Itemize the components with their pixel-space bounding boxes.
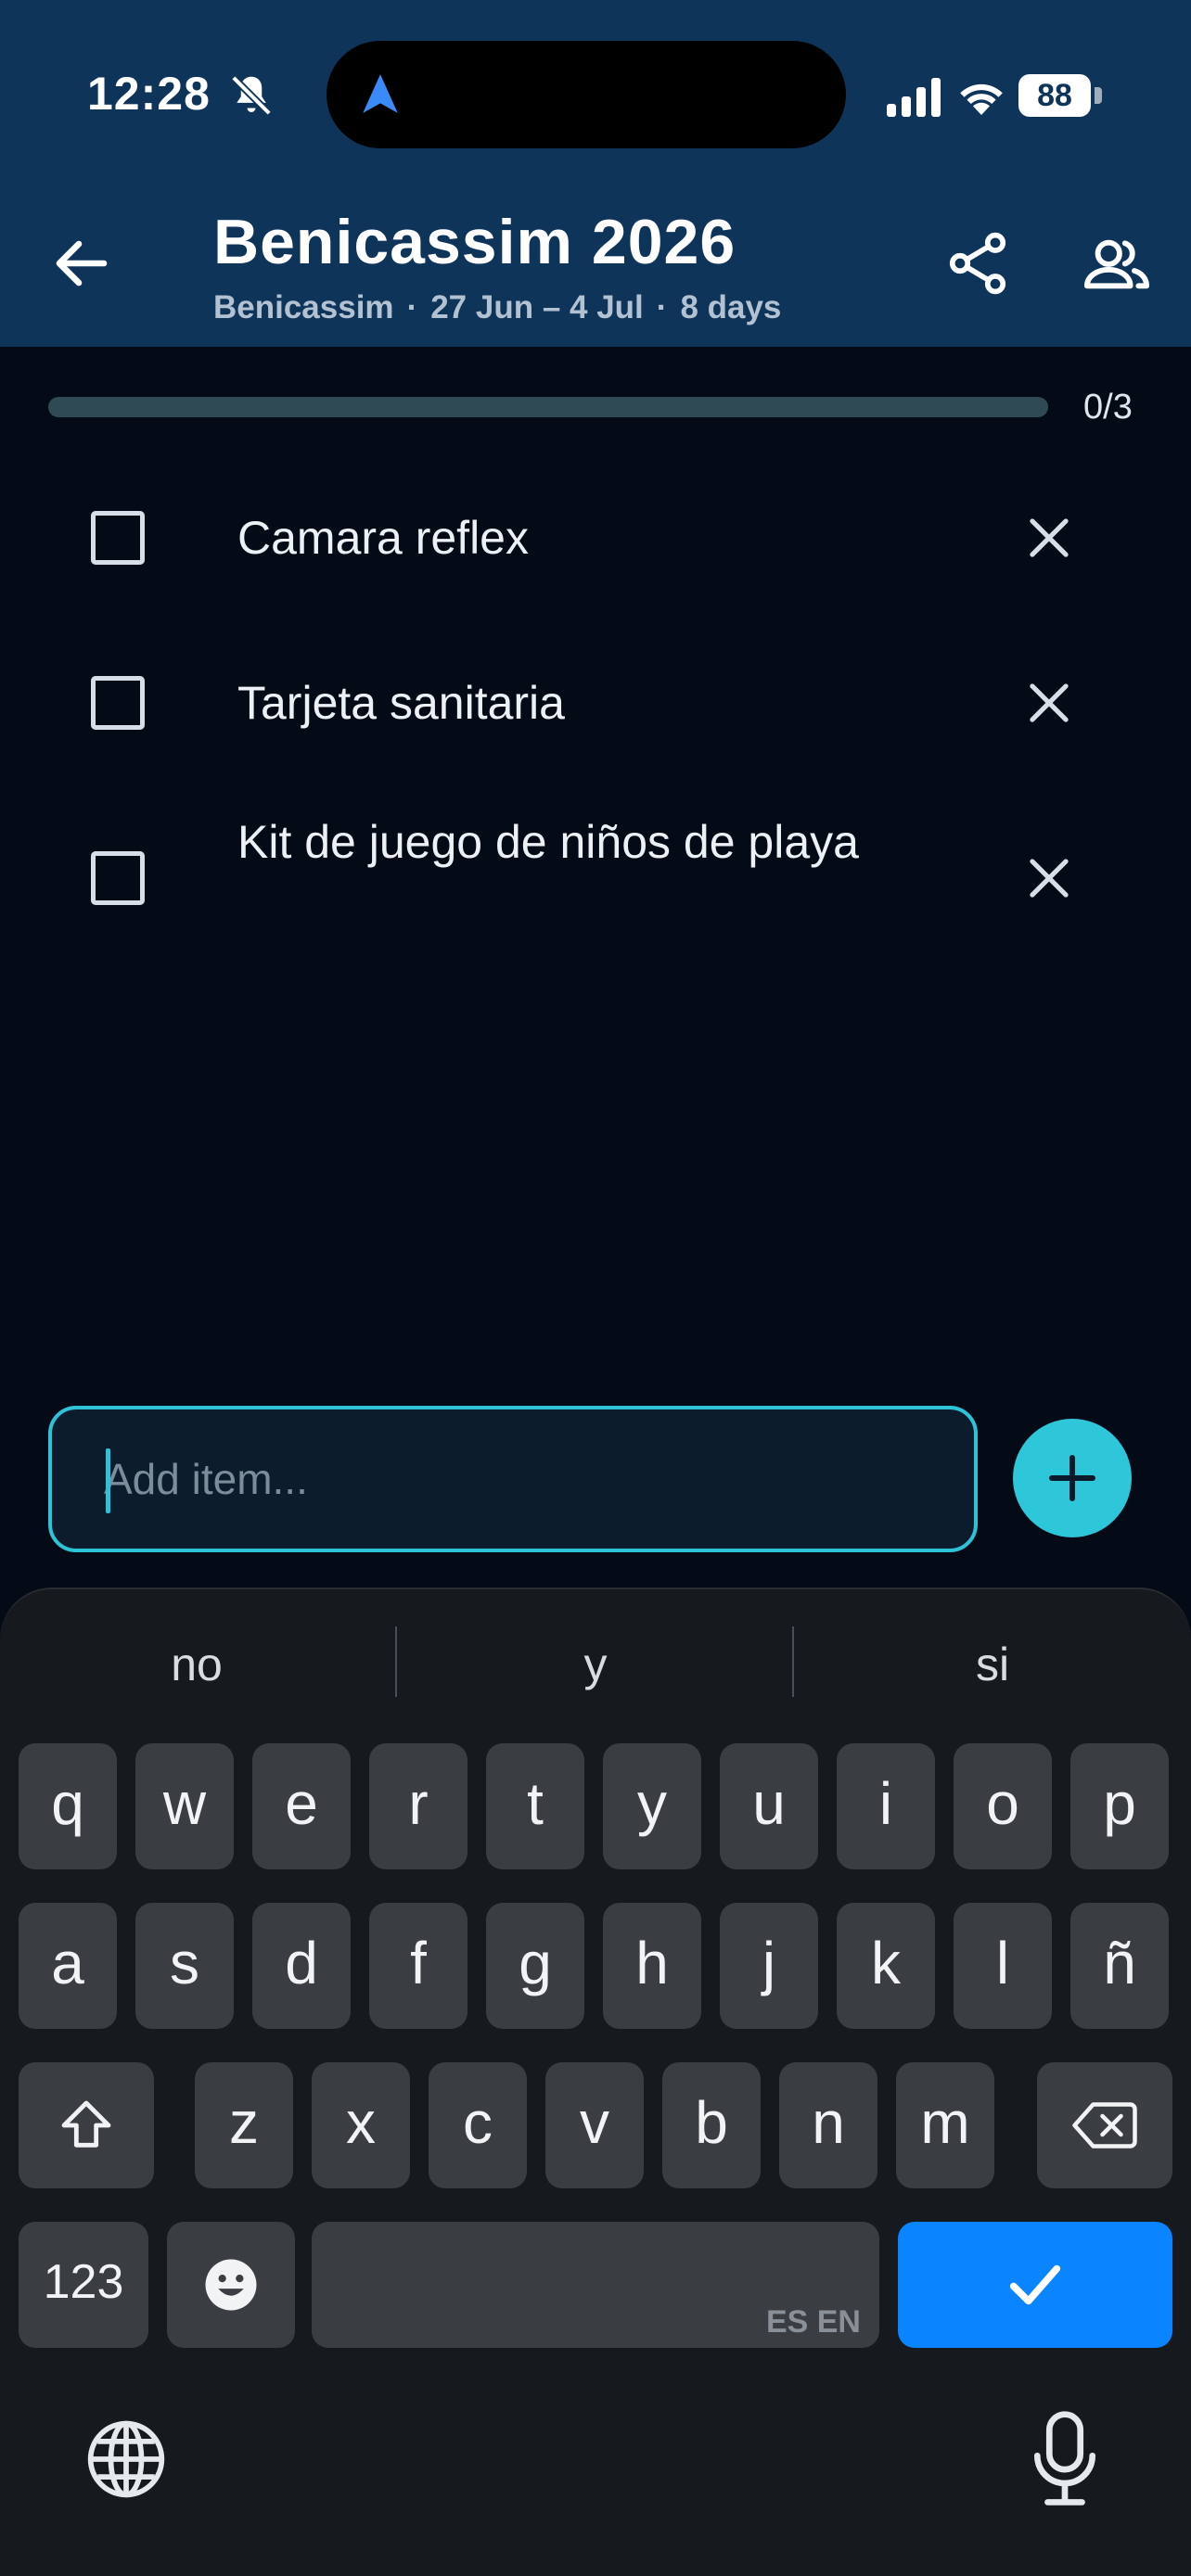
globe-icon[interactable]	[83, 2417, 169, 2502]
key-q[interactable]: q	[19, 1743, 117, 1869]
add-item-input[interactable]	[104, 1409, 939, 1549]
key-d[interactable]: d	[252, 1903, 351, 2029]
status-time: 12:28	[87, 68, 211, 120]
suggestion-y[interactable]: y	[399, 1638, 792, 1691]
key-v[interactable]: v	[545, 2062, 644, 2188]
key-u[interactable]: u	[720, 1743, 818, 1869]
done-key[interactable]	[898, 2222, 1172, 2348]
battery-tip	[1095, 87, 1102, 104]
numbers-key[interactable]: 123	[19, 2222, 148, 2348]
key-enye[interactable]: ñ	[1070, 1903, 1169, 2029]
emoji-icon	[205, 2259, 257, 2311]
cellular-signal-icon	[887, 78, 941, 117]
item-checkbox[interactable]	[91, 676, 145, 730]
list-item[interactable]: Tarjeta sanitaria	[0, 647, 1191, 759]
share-icon[interactable]	[942, 228, 1013, 299]
shift-key[interactable]	[19, 2062, 154, 2188]
trip-title: Benicassim 2026	[213, 207, 736, 277]
key-y[interactable]: y	[603, 1743, 701, 1869]
item-label: Camara reflex	[237, 512, 529, 564]
key-n[interactable]: n	[779, 2062, 877, 2188]
list-item[interactable]: Camara reflex	[0, 482, 1191, 593]
suggestion-no[interactable]: no	[0, 1638, 393, 1691]
packing-progress-bar	[48, 397, 1048, 417]
list-item[interactable]: Kit de juego de niños de playa	[0, 807, 1191, 955]
key-o[interactable]: o	[954, 1743, 1052, 1869]
suggestion-divider	[792, 1626, 794, 1697]
microphone-icon[interactable]	[1030, 2411, 1100, 2507]
on-screen-keyboard: no y si q w e r t y u i o p a s d f g h …	[0, 1588, 1191, 2576]
key-i[interactable]: i	[837, 1743, 935, 1869]
suggestion-divider	[395, 1626, 397, 1697]
key-l[interactable]: l	[954, 1903, 1052, 2029]
close-icon[interactable]	[1020, 509, 1078, 567]
plus-icon	[1049, 1455, 1095, 1501]
key-f[interactable]: f	[369, 1903, 467, 2029]
key-r[interactable]: r	[369, 1743, 467, 1869]
dynamic-island	[327, 41, 846, 148]
item-checkbox[interactable]	[91, 511, 145, 565]
key-a[interactable]: a	[19, 1903, 117, 2029]
add-item-field[interactable]	[48, 1406, 978, 1552]
item-checkbox[interactable]	[91, 851, 145, 905]
item-label: Kit de juego de niños de playa	[237, 816, 859, 868]
text-caret	[106, 1448, 110, 1513]
key-j[interactable]: j	[720, 1903, 818, 2029]
trip-meta: Benicassim · 27 Jun – 4 Jul · 8 days	[213, 289, 781, 326]
bell-muted-icon	[231, 75, 272, 116]
key-w[interactable]: w	[135, 1743, 234, 1869]
arrow-left-icon	[56, 240, 108, 287]
add-item-button[interactable]	[1013, 1419, 1132, 1537]
key-t[interactable]: t	[486, 1743, 584, 1869]
app-header: 12:28 88 Benicassim 2026 Benicassim · 27 J…	[0, 0, 1191, 347]
progress-count: 0/3	[1083, 388, 1133, 427]
meta-separator: ·	[406, 289, 418, 325]
key-c[interactable]: c	[429, 2062, 527, 2188]
space-languages: ES EN	[765, 2304, 861, 2340]
meta-separator: ·	[656, 289, 668, 325]
checkmark-icon	[1009, 2264, 1061, 2305]
close-icon[interactable]	[1020, 674, 1078, 732]
people-icon[interactable]	[1082, 232, 1152, 297]
trip-duration: 8 days	[680, 289, 782, 325]
wifi-icon	[960, 83, 1003, 115]
shift-icon	[61, 2100, 111, 2148]
space-key[interactable]: ES EN	[312, 2222, 879, 2348]
key-x[interactable]: x	[312, 2062, 410, 2188]
key-s[interactable]: s	[135, 1903, 234, 2029]
trip-dates: 27 Jun – 4 Jul	[430, 289, 644, 325]
key-g[interactable]: g	[486, 1903, 584, 2029]
key-b[interactable]: b	[662, 2062, 761, 2188]
backspace-icon	[1072, 2102, 1137, 2149]
item-label: Tarjeta sanitaria	[237, 677, 565, 729]
key-h[interactable]: h	[603, 1903, 701, 2029]
backspace-key[interactable]	[1037, 2062, 1172, 2188]
suggestion-si[interactable]: si	[796, 1638, 1189, 1691]
battery-indicator: 88	[1018, 74, 1102, 117]
key-k[interactable]: k	[837, 1903, 935, 2029]
key-m[interactable]: m	[896, 2062, 994, 2188]
back-button[interactable]	[48, 230, 115, 297]
trip-location: Benicassim	[213, 289, 394, 325]
location-arrow-icon	[363, 74, 398, 113]
battery-level: 88	[1018, 74, 1091, 117]
key-p[interactable]: p	[1070, 1743, 1169, 1869]
close-icon[interactable]	[1020, 849, 1078, 907]
key-z[interactable]: z	[195, 2062, 293, 2188]
emoji-key[interactable]	[167, 2222, 295, 2348]
key-e[interactable]: e	[252, 1743, 351, 1869]
